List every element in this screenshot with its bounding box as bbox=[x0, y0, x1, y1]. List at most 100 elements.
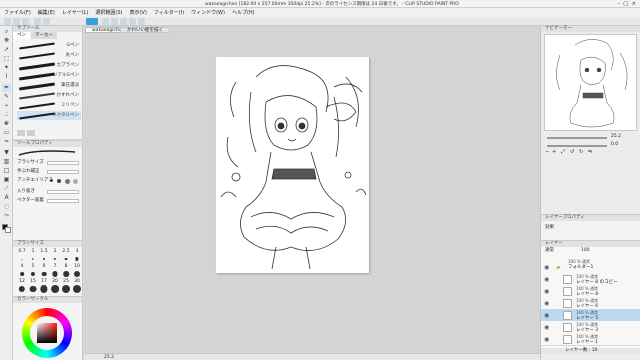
blend-tool-icon[interactable]: ≈ bbox=[2, 138, 11, 146]
aa-strong-icon[interactable] bbox=[73, 179, 78, 184]
transform-icon[interactable] bbox=[111, 18, 118, 25]
prop-slider[interactable] bbox=[47, 199, 79, 203]
prop-row-antialias[interactable]: アンチエイリアス bbox=[17, 177, 81, 185]
brush-size-cell[interactable]: 0.7 bbox=[17, 249, 27, 263]
brush-size-cell[interactable]: 2 bbox=[50, 249, 60, 263]
brush-size-cell[interactable]: 10 bbox=[72, 264, 82, 278]
eye-icon[interactable]: ◉ bbox=[544, 324, 549, 331]
tab-pen[interactable]: ペン bbox=[13, 32, 30, 39]
sub-color-swatch[interactable] bbox=[5, 227, 11, 233]
brush-size-cell[interactable]: 5 bbox=[28, 264, 38, 278]
menu-select[interactable]: 選択範囲(S) bbox=[95, 9, 122, 16]
doc-tab[interactable]: かわいい絵を描く bbox=[120, 27, 170, 33]
eye-icon[interactable]: ◉ bbox=[544, 264, 549, 271]
delete-subtool-icon[interactable] bbox=[27, 130, 35, 136]
opacity-value[interactable]: 100 bbox=[581, 248, 590, 254]
clip-studio-icon[interactable] bbox=[86, 18, 98, 25]
selection-tool-icon[interactable]: ⬚ bbox=[2, 55, 11, 63]
menu-help[interactable]: ヘルプ(H) bbox=[232, 9, 255, 16]
prop-row-taper[interactable]: 入り抜き bbox=[17, 188, 81, 196]
invert-selection-icon[interactable] bbox=[129, 18, 136, 25]
maximize-icon[interactable]: □ bbox=[623, 1, 628, 7]
brush-item-selected[interactable]: ネクタルペン bbox=[17, 111, 81, 120]
ruler-tool-icon[interactable]: ⟋ bbox=[2, 185, 11, 193]
new-file-icon[interactable] bbox=[4, 18, 11, 25]
brush-item[interactable]: 筆圧濃淡 bbox=[17, 81, 81, 91]
prop-row-brush-size[interactable]: ブラシサイズ bbox=[17, 159, 81, 167]
eye-icon[interactable]: ◉ bbox=[544, 336, 549, 343]
operation-tool-icon[interactable]: ➚ bbox=[2, 46, 11, 54]
canvas-area[interactable]: wakaeagichan かわいい絵を描く 25.2 bbox=[84, 26, 540, 360]
brush-size-cell[interactable]: 25 bbox=[61, 279, 71, 293]
brush-size-cell[interactable]: 6 bbox=[39, 264, 49, 278]
crop-icon[interactable] bbox=[138, 18, 145, 25]
open-file-icon[interactable] bbox=[13, 18, 20, 25]
pencil-tool-icon[interactable]: ✎ bbox=[2, 93, 11, 101]
brush-size-cell[interactable]: 1 bbox=[28, 249, 38, 263]
pen-tool-icon[interactable]: ✒ bbox=[2, 84, 11, 92]
blend-mode-select[interactable]: 通常 bbox=[545, 248, 554, 254]
menu-file[interactable]: ファイル(F) bbox=[4, 9, 31, 16]
aa-none-icon[interactable] bbox=[50, 179, 53, 182]
color-wheel[interactable] bbox=[22, 308, 72, 358]
close-icon[interactable]: × bbox=[632, 1, 636, 7]
eye-icon[interactable]: ◉ bbox=[544, 276, 549, 283]
prop-slider[interactable] bbox=[47, 190, 79, 194]
brush-size-cell[interactable]: 15 bbox=[28, 279, 38, 293]
aa-weak-icon[interactable] bbox=[57, 179, 61, 183]
prop-slider[interactable] bbox=[47, 161, 79, 165]
fill-tool-icon[interactable]: ▼ bbox=[2, 149, 11, 157]
text-tool-icon[interactable]: A bbox=[2, 194, 11, 202]
frame-tool-icon[interactable]: ▣ bbox=[2, 176, 11, 184]
brush-size-cell[interactable]: 7 bbox=[50, 264, 60, 278]
clear-icon[interactable] bbox=[102, 18, 109, 25]
brush-item[interactable]: かすれペン bbox=[17, 91, 81, 100]
airbrush-tool-icon[interactable]: ∴ bbox=[2, 111, 11, 119]
zoom-tool-icon[interactable]: ⌕ bbox=[2, 28, 11, 36]
brush-size-cell[interactable]: 4 bbox=[17, 264, 27, 278]
menu-window[interactable]: ウィンドウ(W) bbox=[191, 9, 225, 16]
fit-view-icon[interactable]: ⤢ bbox=[561, 149, 565, 155]
brush-size-cell[interactable]: 30 bbox=[72, 279, 82, 293]
menu-edit[interactable]: 編集(E) bbox=[38, 9, 55, 16]
brush-size-cell[interactable]: 8 bbox=[61, 264, 71, 278]
tab-marker[interactable]: マーカー bbox=[31, 32, 57, 39]
eye-icon[interactable]: ◉ bbox=[544, 300, 549, 307]
brush-size-cell[interactable]: 1.5 bbox=[39, 249, 49, 263]
menu-layer[interactable]: レイヤー(L) bbox=[62, 9, 89, 16]
brush-size-cell[interactable]: 20 bbox=[50, 279, 60, 293]
aa-medium-icon[interactable] bbox=[65, 179, 70, 184]
menu-view[interactable]: 表示(V) bbox=[129, 9, 146, 16]
brush-item[interactable]: リアルGペン bbox=[17, 71, 81, 81]
brush-size-cell[interactable]: 17 bbox=[39, 279, 49, 293]
brush-size-cell[interactable]: 3 bbox=[72, 249, 82, 263]
correct-line-tool-icon[interactable]: ⤳ bbox=[2, 212, 11, 220]
copy-subtool-icon[interactable] bbox=[17, 130, 25, 136]
prop-row-vector-snap[interactable]: ベクター吸着 bbox=[17, 197, 81, 205]
figure-tool-icon[interactable]: □ bbox=[2, 167, 11, 175]
brush-item[interactable]: Gペン bbox=[17, 41, 81, 50]
zoom-in-icon[interactable]: + bbox=[552, 149, 556, 155]
auto-select-icon[interactable]: ✦ bbox=[2, 64, 11, 72]
move-tool-icon[interactable]: ✥ bbox=[2, 37, 11, 45]
brush-size-cell[interactable]: 2.5 bbox=[61, 249, 71, 263]
saturation-value-square[interactable] bbox=[37, 323, 57, 343]
rotate-slider[interactable] bbox=[547, 145, 607, 147]
eyedropper-icon[interactable]: ⌇ bbox=[2, 73, 11, 81]
eraser-tool-icon[interactable]: ▭ bbox=[2, 129, 11, 137]
brush-tool-icon[interactable]: ⌁ bbox=[2, 102, 11, 110]
rotate-right-icon[interactable]: ↻ bbox=[579, 149, 583, 155]
navigator-preview[interactable] bbox=[544, 34, 637, 131]
balloon-tool-icon[interactable]: ◌ bbox=[2, 203, 11, 211]
save-icon[interactable] bbox=[22, 18, 29, 25]
minimize-icon[interactable]: – bbox=[618, 1, 621, 7]
menu-filter[interactable]: フィルター(I) bbox=[154, 9, 184, 16]
rotate-left-icon[interactable]: ↺ bbox=[570, 149, 574, 155]
zoom-out-icon[interactable]: − bbox=[545, 149, 549, 155]
brush-item[interactable]: 丸ペン bbox=[17, 51, 81, 60]
eye-icon[interactable]: ◉ bbox=[544, 288, 549, 295]
eye-icon[interactable]: ◉ bbox=[544, 312, 549, 319]
canvas-page[interactable] bbox=[216, 57, 369, 273]
brush-item[interactable]: カブラペン bbox=[17, 61, 81, 70]
zoom-slider[interactable] bbox=[547, 137, 607, 139]
